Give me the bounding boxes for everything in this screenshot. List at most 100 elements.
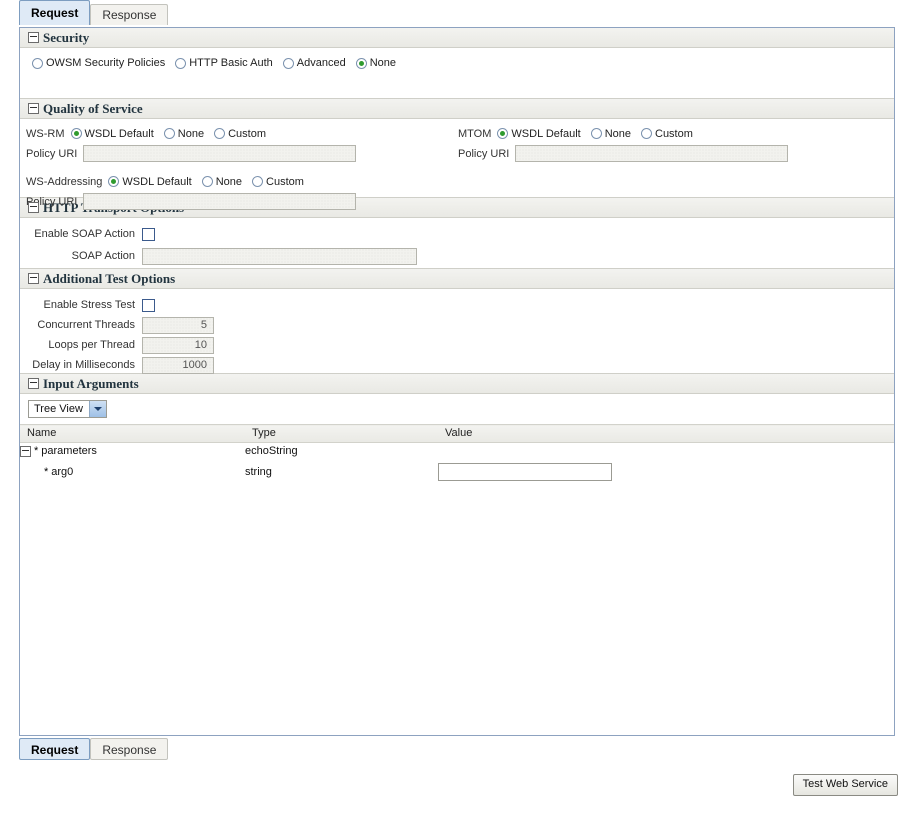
- radio-label: HTTP Basic Auth: [189, 57, 273, 69]
- collapse-icon[interactable]: [28, 103, 39, 114]
- cell-name: * parameters: [20, 443, 245, 460]
- wsrm-group: WS-RM WSDL Default None Custom Policy UR…: [26, 125, 357, 162]
- mtom-group: MTOM WSDL Default None Custom Policy URI: [458, 125, 789, 162]
- enable-soap-action-label: Enable SOAP Action: [34, 228, 135, 240]
- radio-icon-selected: [70, 128, 82, 139]
- table-row: * arg0 string: [20, 460, 894, 485]
- tab-response-bottom-label: Response: [102, 742, 157, 757]
- radio-wsaddressing-custom[interactable]: Custom: [252, 176, 304, 188]
- column-header-name[interactable]: Name: [20, 424, 245, 443]
- enable-stress-test-row: Enable Stress Test: [20, 295, 894, 315]
- mtom-radio-row: MTOM WSDL Default None Custom: [458, 125, 788, 142]
- tab-request-bottom[interactable]: Request: [19, 737, 91, 760]
- row-name-label: arg0: [51, 466, 74, 478]
- collapse-icon[interactable]: [28, 32, 39, 43]
- concurrent-threads-row: Concurrent Threads: [20, 315, 894, 335]
- test-web-service-button[interactable]: Test Web Service: [792, 773, 898, 796]
- tab-response-top[interactable]: Response: [90, 4, 169, 25]
- wsrm-caption: WS-RM: [26, 127, 65, 140]
- table-row: * parameters echoString: [20, 443, 894, 460]
- section-body-security: OWSM Security Policies HTTP Basic Auth A…: [20, 48, 894, 98]
- radio-none[interactable]: None: [355, 57, 396, 69]
- radio-icon: [163, 128, 175, 139]
- column-header-value[interactable]: Value: [438, 424, 894, 443]
- section-header-quality-of-service[interactable]: Quality of Service: [20, 98, 894, 119]
- radio-mtom-wsdl-default[interactable]: WSDL Default: [497, 127, 581, 140]
- mtom-policy-uri-label: Policy URI: [458, 147, 510, 160]
- arg0-value-input[interactable]: [438, 463, 612, 481]
- loops-per-thread-label: Loops per Thread: [48, 339, 135, 351]
- wsrm-policy-uri-label: Policy URI: [26, 147, 78, 160]
- mtom-policy-uri-input[interactable]: [515, 145, 789, 162]
- section-body-quality-of-service: WS-RM WSDL Default None Custom Policy UR…: [20, 119, 894, 210]
- radio-label: WSDL Default: [122, 175, 192, 188]
- tab-response-bottom[interactable]: Response: [90, 737, 169, 760]
- soap-action-input[interactable]: [142, 247, 417, 265]
- section-body-http-transport-options: Enable SOAP Action SOAP Action: [20, 218, 894, 268]
- section-header-security[interactable]: Security: [20, 28, 894, 48]
- radio-mtom-none[interactable]: None: [590, 128, 631, 140]
- wsaddressing-radio-row: WS-Addressing WSDL Default None Custom: [26, 173, 356, 190]
- radio-icon: [641, 128, 652, 139]
- radio-icon: [201, 176, 213, 187]
- collapse-icon[interactable]: [28, 202, 39, 213]
- soap-action-row: SOAP Action: [20, 246, 894, 266]
- radio-owsm-security-policies[interactable]: OWSM Security Policies: [32, 57, 165, 69]
- radio-mtom-custom[interactable]: Custom: [641, 128, 693, 140]
- action-bar: Test Web Service: [0, 766, 912, 796]
- required-marker: *: [34, 445, 39, 458]
- section-title-quality-of-service: Quality of Service: [43, 101, 143, 116]
- radio-label: OWSM Security Policies: [46, 57, 166, 69]
- radio-icon-selected: [355, 57, 367, 69]
- radio-wsrm-custom[interactable]: Custom: [214, 128, 266, 140]
- collapse-icon[interactable]: [28, 273, 39, 284]
- column-header-type[interactable]: Type: [245, 424, 438, 443]
- concurrent-threads-label: Concurrent Threads: [37, 319, 135, 331]
- security-radio-group: OWSM Security Policies HTTP Basic Auth A…: [20, 48, 894, 78]
- radio-wsaddressing-none[interactable]: None: [201, 176, 242, 188]
- wsaddressing-policy-uri-input[interactable]: [83, 193, 357, 210]
- concurrent-threads-input[interactable]: [142, 316, 214, 334]
- radio-label: WSDL Default: [84, 127, 154, 140]
- bottom-tabstrip: Request Response: [0, 737, 912, 766]
- section-header-input-arguments[interactable]: Input Arguments: [20, 373, 894, 394]
- cell-value: [438, 443, 894, 460]
- wsrm-policy-uri-input[interactable]: [83, 145, 357, 162]
- enable-soap-action-checkbox[interactable]: [142, 227, 155, 241]
- delay-in-milliseconds-row: Delay in Milliseconds: [20, 355, 894, 375]
- chevron-down-icon[interactable]: [88, 401, 106, 417]
- radio-icon-selected: [497, 128, 509, 139]
- view-mode-select[interactable]: Tree View: [28, 400, 107, 418]
- view-mode-select-value: Tree View: [34, 403, 83, 415]
- input-arguments-table: Name Type Value * parameters echoString …: [20, 424, 894, 485]
- input-arguments-empty-area: [20, 484, 894, 735]
- top-tabstrip: Request Response: [0, 0, 912, 27]
- section-header-additional-test-options[interactable]: Additional Test Options: [20, 268, 894, 289]
- radio-icon: [590, 128, 602, 139]
- request-panel: Security OWSM Security Policies HTTP Bas…: [19, 27, 895, 736]
- cell-name: * arg0: [20, 460, 245, 485]
- enable-stress-test-checkbox[interactable]: [142, 298, 155, 312]
- radio-icon: [175, 57, 187, 69]
- collapse-icon[interactable]: [28, 378, 39, 389]
- delay-in-milliseconds-label: Delay in Milliseconds: [32, 359, 135, 371]
- wsaddressing-group: WS-Addressing WSDL Default None Custom P…: [26, 173, 357, 210]
- cell-value: [438, 460, 894, 485]
- radio-wsaddressing-wsdl-default[interactable]: WSDL Default: [108, 175, 192, 188]
- radio-icon-selected: [108, 176, 120, 187]
- tab-request-top-label: Request: [31, 6, 79, 20]
- cell-type: string: [245, 466, 272, 478]
- tree-collapse-icon[interactable]: [20, 445, 31, 457]
- tab-request-top[interactable]: Request: [19, 0, 91, 25]
- radio-label: None: [369, 57, 396, 69]
- radio-label: WSDL Default: [511, 127, 581, 140]
- loops-per-thread-input[interactable]: [142, 336, 214, 354]
- radio-label: Custom: [228, 127, 266, 140]
- delay-in-milliseconds-input[interactable]: [142, 356, 214, 374]
- radio-wsrm-wsdl-default[interactable]: WSDL Default: [70, 127, 154, 140]
- radio-http-basic-auth[interactable]: HTTP Basic Auth: [175, 57, 273, 69]
- radio-advanced[interactable]: Advanced: [282, 57, 346, 69]
- mtom-policy-uri-row: Policy URI: [458, 145, 789, 162]
- radio-label: Custom: [266, 175, 304, 188]
- radio-wsrm-none[interactable]: None: [163, 128, 204, 140]
